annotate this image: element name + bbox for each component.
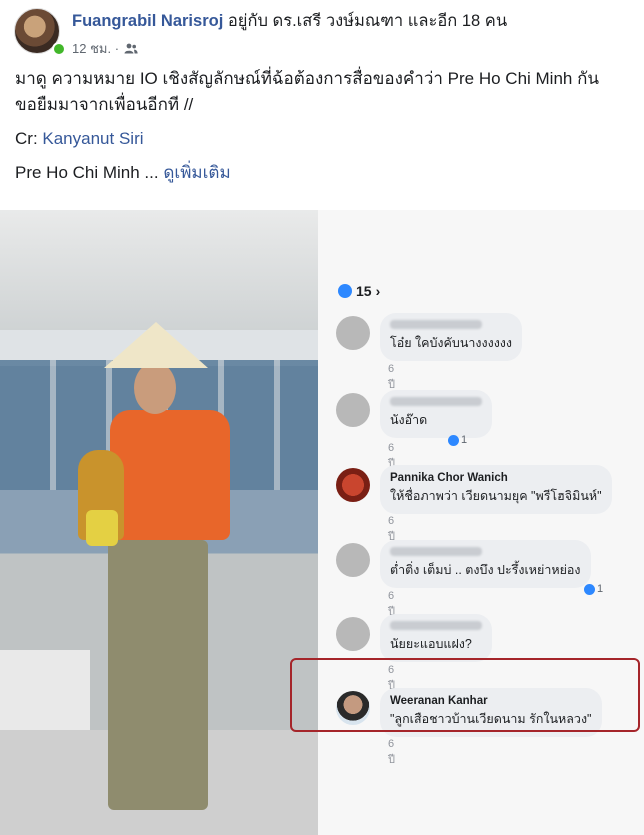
post-body: มาดู ความหมาย IO เชิงสัญลักษณ์ที่ฉ้อต้อง…	[15, 66, 630, 194]
comment-age: 6 ปี	[388, 363, 395, 391]
ceiling	[0, 210, 318, 330]
blurred-name	[390, 320, 482, 329]
comment-bubble: โอ๋ย ใคบังคับนางงงงงง	[380, 313, 523, 361]
comment-age: 6 ปี	[388, 738, 395, 766]
person-pants	[108, 540, 208, 810]
likes-count: 15	[356, 283, 372, 299]
friends-icon[interactable]	[124, 43, 138, 54]
comment-reactions: 1	[448, 434, 467, 446]
commenter-avatar	[336, 468, 370, 502]
blurred-avatar	[336, 543, 370, 577]
blurred-avatar	[336, 393, 370, 427]
like-icon	[338, 284, 352, 298]
comments-screenshot: 15 › โอ๋ย ใคบังคับนางงงงงง 6 ปี นังอ๊าด …	[318, 210, 644, 835]
commenter-name[interactable]: Pannika Chor Wanich	[390, 472, 602, 484]
post-time[interactable]: 12 ชม. ·	[72, 38, 119, 59]
comment-text: ให้ชื่อภาพว่า เวียดนามยุค "พรีโฮจิมินห์"	[390, 489, 602, 503]
comment-text: โอ๋ย ใคบังคับนางงงงงง	[390, 336, 513, 350]
blurred-name	[390, 547, 482, 556]
comment-text: ต่ำติ่ง เต็มบ่ .. ตงบึง ปะรึ้งเหย่าหย่อง	[390, 563, 581, 577]
highlight-box	[290, 658, 640, 732]
see-more-link[interactable]: ดูเพิ่มเติม	[163, 163, 230, 182]
like-icon	[584, 583, 595, 595]
credit-profile-link[interactable]: Kanyanut Siri	[42, 129, 143, 148]
trophy-base	[86, 510, 118, 546]
post-paragraph: มาดู ความหมาย IO เชิงสัญลักษณ์ที่ฉ้อต้อง…	[15, 69, 600, 114]
like-icon	[448, 434, 459, 446]
post-paragraph-truncated: Pre Ho Chi Minh ... ดูเพิ่มเติม	[15, 160, 630, 186]
reaction-count: 1	[461, 434, 468, 446]
tagged-people-text[interactable]: อยู่กับ ดร.เสรี วงษ์มณฑา และอีก 18 คน	[228, 12, 507, 30]
blurred-avatar	[336, 316, 370, 350]
reaction-count: 1	[597, 583, 604, 595]
post-meta: 12 ชม. ·	[72, 38, 138, 59]
comment-text: นังอ๊าด	[390, 413, 428, 427]
blurred-avatar	[336, 617, 370, 651]
comment-bubble: ต่ำติ่ง เต็มบ่ .. ตงบึง ปะรึ้งเหย่าหย่อง	[380, 540, 591, 588]
likes-summary: 15 ›	[338, 283, 380, 299]
post-credit: Cr: Kanyanut Siri	[15, 126, 630, 152]
author-name-link[interactable]: Fuangrabil Narisroj	[72, 12, 223, 30]
person-shirt	[110, 410, 230, 540]
photo-scene	[0, 210, 318, 835]
blurred-name	[390, 621, 482, 630]
credit-prefix: Cr:	[15, 129, 43, 148]
truncated-text: Pre Ho Chi Minh ...	[15, 163, 159, 182]
comment-reactions: 1	[584, 583, 603, 595]
chevron-right-icon: ›	[375, 283, 381, 299]
blurred-name	[390, 397, 482, 406]
post-header: Fuangrabil Narisroj อยู่กับ ดร.เสรี วงษ์…	[0, 0, 644, 64]
comment-text: นัยยะแอบแฝง?	[390, 637, 472, 651]
post-photo[interactable]: 15 › โอ๋ย ใคบังคับนางงงงงง 6 ปี นังอ๊าด …	[0, 210, 644, 835]
comment-bubble: นังอ๊าด	[380, 390, 492, 438]
conical-hat	[104, 322, 208, 368]
person-face	[134, 362, 176, 414]
comment-bubble: Pannika Chor Wanich ให้ชื่อภาพว่า เวียดน…	[380, 465, 612, 514]
comment-bubble: นัยยะแอบแฝง?	[380, 614, 492, 662]
author-line: Fuangrabil Narisroj อยู่กับ ดร.เสรี วงษ์…	[72, 8, 507, 34]
online-status-icon	[52, 42, 66, 56]
